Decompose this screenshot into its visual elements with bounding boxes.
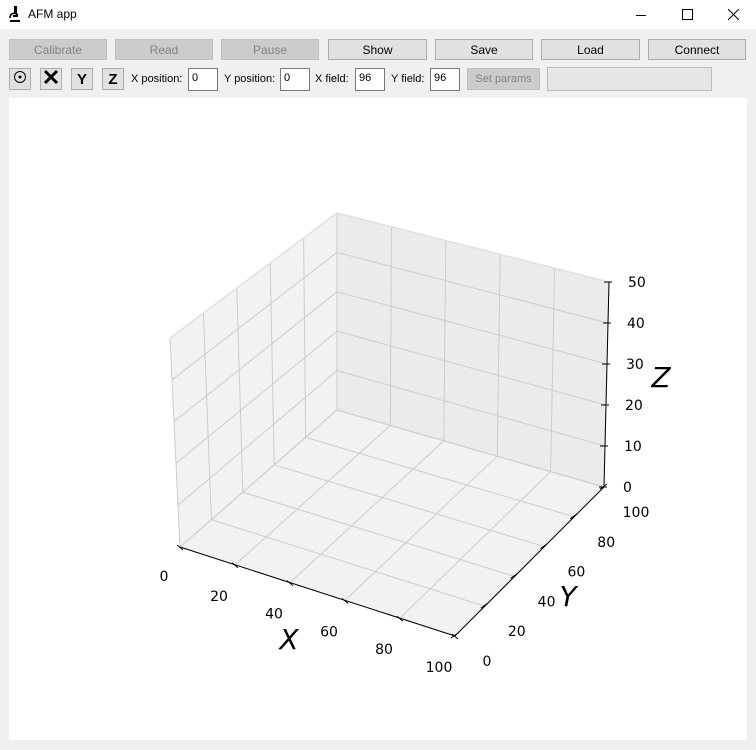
x-tick-label: 20: [210, 589, 228, 605]
y-tick-label: 40: [538, 594, 556, 610]
maximize-button[interactable]: [664, 0, 710, 29]
plot-canvas[interactable]: 0 20 40 60 80 100 0 20 40 60 80 100 0 10 20 30 40 50 X Y Z: [9, 98, 747, 740]
y-tick-label: 80: [597, 535, 615, 551]
y-position-field[interactable]: 0: [280, 68, 310, 91]
show-button[interactable]: Show: [328, 39, 427, 60]
z-tick-label: 40: [627, 316, 645, 332]
x-tick-label: 60: [320, 624, 338, 640]
close-button[interactable]: [710, 0, 756, 29]
y-axis-title: Y: [559, 580, 578, 613]
y-field-input[interactable]: 96: [430, 68, 460, 91]
z-tick-label: 0: [623, 480, 632, 496]
set-params-button[interactable]: Set params: [467, 68, 540, 90]
status-field: [547, 67, 712, 91]
close-icon: [727, 9, 739, 20]
z-tick-label: 10: [624, 439, 642, 455]
window-title: AFM app: [28, 7, 77, 21]
x-tick-label: 40: [265, 607, 283, 623]
calibrate-button[interactable]: Calibrate: [9, 39, 107, 60]
y-tick-label: 100: [623, 505, 650, 521]
3d-axes-plot[interactable]: 0 20 40 60 80 100 0 20 40 60 80 100 0 10 20 30 40 50 X Y Z: [9, 98, 747, 740]
y-tick-label: 20: [508, 624, 526, 640]
y-position-label: Y position:: [224, 73, 276, 85]
target-icon: [13, 70, 27, 88]
x-field-input[interactable]: 96: [355, 68, 385, 91]
x-axis-title: X: [277, 623, 299, 656]
read-button[interactable]: Read: [115, 39, 213, 60]
microscope-icon: [7, 5, 23, 23]
x-tick-label: 100: [426, 660, 453, 676]
pause-button[interactable]: Pause: [221, 39, 319, 60]
save-button[interactable]: Save: [435, 39, 533, 60]
x-position-field[interactable]: 0: [188, 68, 218, 91]
minimize-button[interactable]: [618, 0, 664, 29]
x-axis-icon: [43, 69, 59, 89]
x-tick-label: 80: [375, 642, 393, 658]
x-tool-button[interactable]: [40, 68, 62, 90]
minimize-icon: [636, 10, 646, 20]
x-field-label: X field:: [315, 73, 349, 85]
connect-button[interactable]: Connect: [648, 39, 746, 60]
y-tool-button[interactable]: Y: [71, 68, 93, 90]
maximize-icon: [681, 9, 693, 20]
load-button[interactable]: Load: [541, 39, 640, 60]
z-tick-label: 20: [625, 398, 643, 414]
y-tick-label: 60: [567, 565, 585, 581]
x-tick-label: 0: [160, 569, 169, 585]
z-tool-button[interactable]: Z: [102, 68, 124, 90]
y-field-label: Y field:: [391, 73, 425, 85]
x-position-label: X position:: [131, 73, 183, 85]
title-bar: AFM app: [0, 0, 756, 29]
z-tick-label: 50: [628, 275, 646, 291]
z-axis-title: Z: [650, 361, 671, 394]
z-tick-label: 30: [626, 357, 644, 373]
y-tick-label: 0: [483, 654, 492, 670]
target-tool-button[interactable]: [9, 68, 31, 90]
